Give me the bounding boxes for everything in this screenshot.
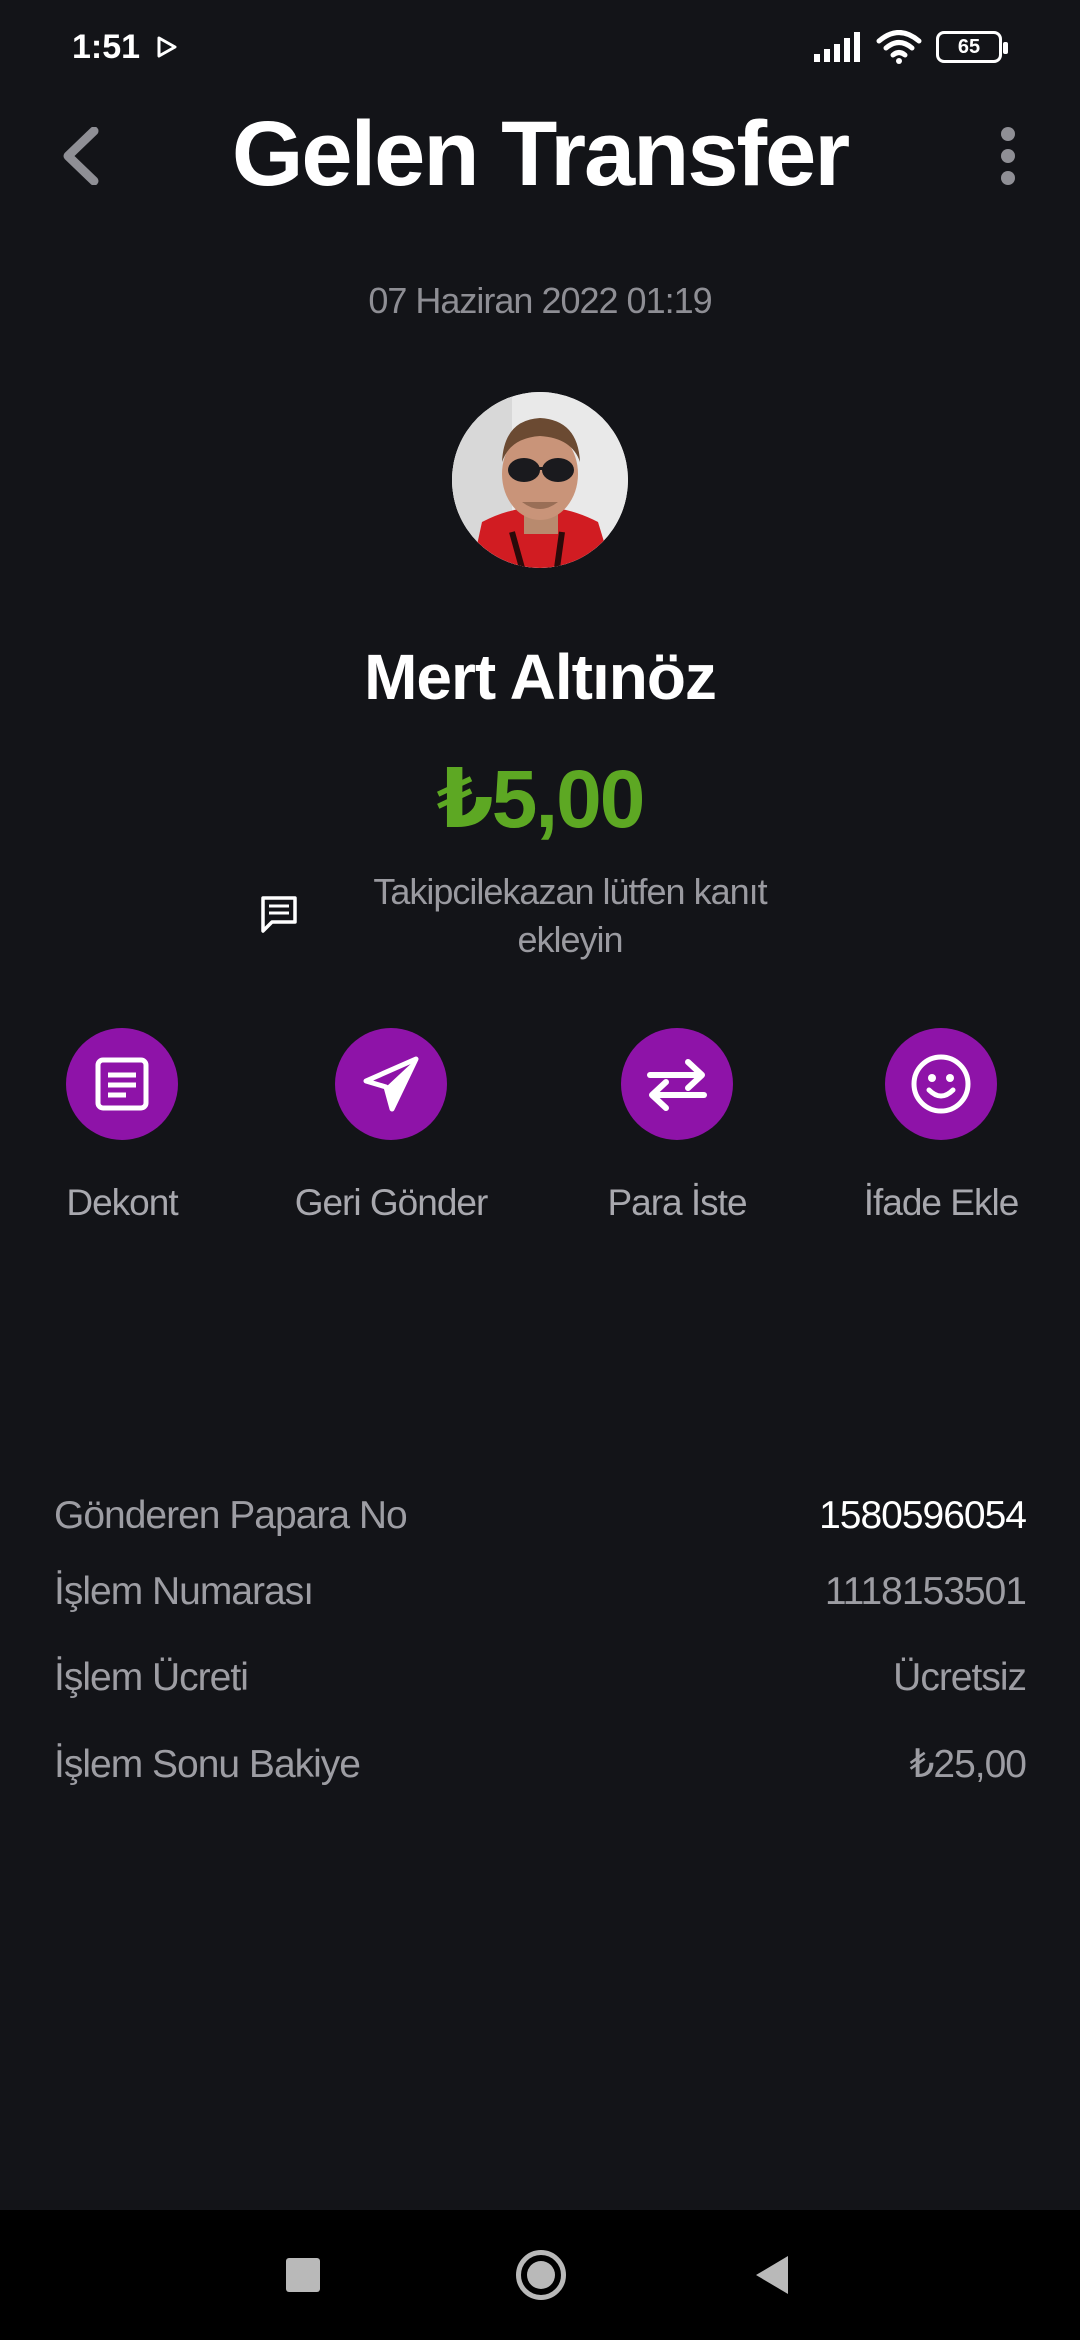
add-reaction-label: İfade Ekle xyxy=(863,1182,1020,1223)
swap-icon-circle xyxy=(621,1028,733,1140)
transfer-amount: ₺5,00 xyxy=(436,754,646,845)
battery-icon: 65 xyxy=(936,31,1008,63)
signal-icon xyxy=(814,32,860,62)
status-bar: 1:51 65 xyxy=(0,0,1080,96)
system-back-button[interactable] xyxy=(756,2256,788,2294)
send-icon-circle xyxy=(335,1028,447,1140)
message-icon xyxy=(261,896,297,933)
receipt-label: Dekont xyxy=(66,1182,178,1223)
transfer-note: Takipcilekazan lütfen kanıt ekleyin xyxy=(373,871,767,960)
transaction-date: 07 Haziran 2022 01:19 xyxy=(368,280,712,321)
detail-label: Gönderen Papara No xyxy=(54,1494,408,1537)
play-store-notification-icon xyxy=(157,36,177,58)
sender-avatar[interactable] xyxy=(452,392,628,568)
system-nav-bar xyxy=(0,2210,1080,2340)
detail-label: İşlem Numarası xyxy=(54,1570,314,1613)
request-money-button[interactable]: Para İste xyxy=(557,1028,797,1224)
add-reaction-button[interactable]: İfade Ekle xyxy=(821,1028,1061,1224)
status-icons: 65 xyxy=(814,30,1008,64)
sender-name: Mert Altınöz xyxy=(364,641,717,713)
home-button[interactable] xyxy=(516,2250,566,2300)
wifi-icon xyxy=(876,30,922,64)
battery-level: 65 xyxy=(957,35,981,58)
more-options-button[interactable] xyxy=(980,118,1036,194)
detail-label: İşlem Sonu Bakiye xyxy=(54,1742,361,1786)
detail-row-sender-no: Gönderen Papara No 1580596054 xyxy=(54,1494,1027,1538)
detail-row-transaction-no: İşlem Numarası 1118153501 xyxy=(54,1570,1027,1614)
swap-icon xyxy=(647,1059,707,1111)
detail-value: 1580596054 xyxy=(819,1494,1027,1537)
receipt-button[interactable]: Dekont xyxy=(2,1028,242,1224)
detail-value: 1118153501 xyxy=(824,1570,1027,1613)
avatar-photo xyxy=(452,392,628,568)
send-icon xyxy=(363,1056,419,1112)
detail-label: İşlem Ücreti xyxy=(54,1656,249,1699)
transfer-detail-screen: 1:51 65 Gelen Transfer 07 Haziran 2022 0… xyxy=(0,0,1080,2340)
detail-value: ₺25,00 xyxy=(909,1743,1027,1786)
request-money-label: Para İste xyxy=(607,1182,747,1223)
page-title: Gelen Transfer xyxy=(231,103,850,205)
recent-apps-button[interactable] xyxy=(286,2258,320,2292)
smiley-icon xyxy=(911,1054,971,1114)
more-vertical-icon xyxy=(1001,127,1015,185)
send-back-label: Geri Gönder xyxy=(294,1182,489,1223)
detail-value: Ücretsiz xyxy=(893,1656,1027,1699)
status-time: 1:51 xyxy=(72,28,141,66)
receipt-icon-circle xyxy=(66,1028,178,1140)
detail-row-fee: İşlem Ücreti Ücretsiz xyxy=(54,1656,1027,1700)
send-back-button[interactable]: Geri Gönder xyxy=(271,1028,511,1224)
smiley-icon-circle xyxy=(885,1028,997,1140)
receipt-icon xyxy=(95,1057,149,1111)
detail-row-balance: İşlem Sonu Bakiye ₺25,00 xyxy=(54,1742,1027,1787)
